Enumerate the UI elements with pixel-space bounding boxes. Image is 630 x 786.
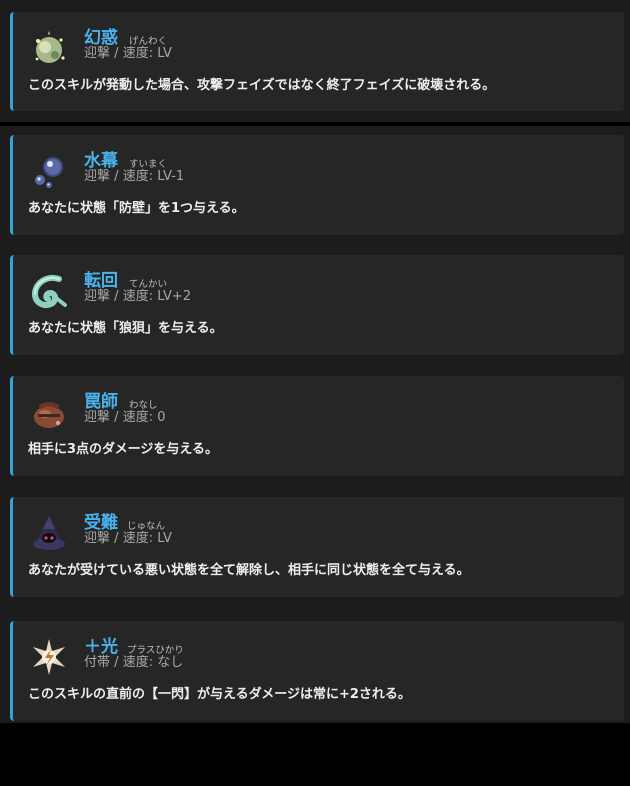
meta-separator: / xyxy=(114,289,119,304)
skill-description: あなたが受けている悪い状態を全て解除し、相手に同じ状態を全て与える。 xyxy=(28,563,470,578)
skill-description: このスキルが発動した場合、攻撃フェイズではなく終了フェイズに破壊される。 xyxy=(28,78,496,93)
skill-meta: 付帯 / 速度: なし xyxy=(84,655,183,670)
pouch-icon xyxy=(29,392,69,432)
skill-meta: 迎撃 / 速度: LV xyxy=(84,46,172,61)
skill-card[interactable]: ＋光 プラスひかり 付帯 / 速度: なし このスキルの直前の【一閃】が与えるダ… xyxy=(10,621,624,721)
meta-separator: / xyxy=(114,169,119,184)
skill-card[interactable]: 水幕 すいまく 迎撃 / 速度: LV-1 あなたに状態「防壁」を1つ与える。 xyxy=(10,135,624,235)
skill-card[interactable]: 受難 じゅなん 迎撃 / 速度: LV あなたが受けている悪い状態を全て解除し、… xyxy=(10,497,624,597)
skill-name: ＋光 xyxy=(84,637,118,657)
skill-speed: LV-1 xyxy=(157,169,185,184)
skill-description: あなたに状態「狼狽」を与える。 xyxy=(28,321,223,336)
skill-meta: 迎撃 / 速度: LV-1 xyxy=(84,169,184,184)
speed-label: 速度: xyxy=(122,169,154,184)
skill-speed: LV xyxy=(157,46,172,61)
skill-type: 付帯 xyxy=(84,655,111,670)
speed-label: 速度: xyxy=(122,410,154,425)
skill-type: 迎撃 xyxy=(84,289,111,304)
speed-label: 速度: xyxy=(122,655,154,670)
skill-type: 迎撃 xyxy=(84,46,111,61)
skill-meta: 迎撃 / 速度: LV xyxy=(84,531,172,546)
skill-name: 罠師 xyxy=(84,392,118,412)
skill-type: 迎撃 xyxy=(84,531,111,546)
skill-description: 相手に3点のダメージを与える。 xyxy=(28,442,219,457)
meta-separator: / xyxy=(114,531,119,546)
speed-label: 速度: xyxy=(122,46,154,61)
skill-type: 迎撃 xyxy=(84,410,111,425)
skill-description: あなたに状態「防壁」を1つ与える。 xyxy=(28,201,245,216)
skill-meta: 迎撃 / 速度: LV+2 xyxy=(84,289,191,304)
water-bubbles-icon xyxy=(29,151,69,191)
meta-separator: / xyxy=(114,46,119,61)
glittering-orb-icon xyxy=(29,28,69,68)
skill-card[interactable]: 幻惑 げんわく 迎撃 / 速度: LV このスキルが発動した場合、攻撃フェイズで… xyxy=(10,12,624,111)
skill-name: 幻惑 xyxy=(84,28,118,48)
skill-speed: LV xyxy=(157,531,172,546)
lightning-sparkle-icon xyxy=(29,637,69,677)
dark-hood-icon xyxy=(29,513,69,553)
meta-separator: / xyxy=(114,410,119,425)
skill-card[interactable]: 転回 てんかい 迎撃 / 速度: LV+2 あなたに状態「狼狽」を与える。 xyxy=(10,255,624,355)
skill-description: このスキルの直前の【一閃】が与えるダメージは常に+2される。 xyxy=(28,687,411,702)
skill-speed: なし xyxy=(157,655,184,670)
skill-card[interactable]: 罠師 わなし 迎撃 / 速度: 0 相手に3点のダメージを与える。 xyxy=(10,376,624,476)
meta-separator: / xyxy=(114,655,119,670)
skill-meta: 迎撃 / 速度: 0 xyxy=(84,410,166,425)
skill-name: 転回 xyxy=(84,271,118,291)
curl-wave-icon xyxy=(29,271,69,311)
skill-name: 水幕 xyxy=(84,151,118,171)
skill-speed: 0 xyxy=(157,410,166,425)
speed-label: 速度: xyxy=(122,531,154,546)
skill-speed: LV+2 xyxy=(157,289,192,304)
speed-label: 速度: xyxy=(122,289,154,304)
skill-name: 受難 xyxy=(84,513,118,533)
skill-type: 迎撃 xyxy=(84,169,111,184)
